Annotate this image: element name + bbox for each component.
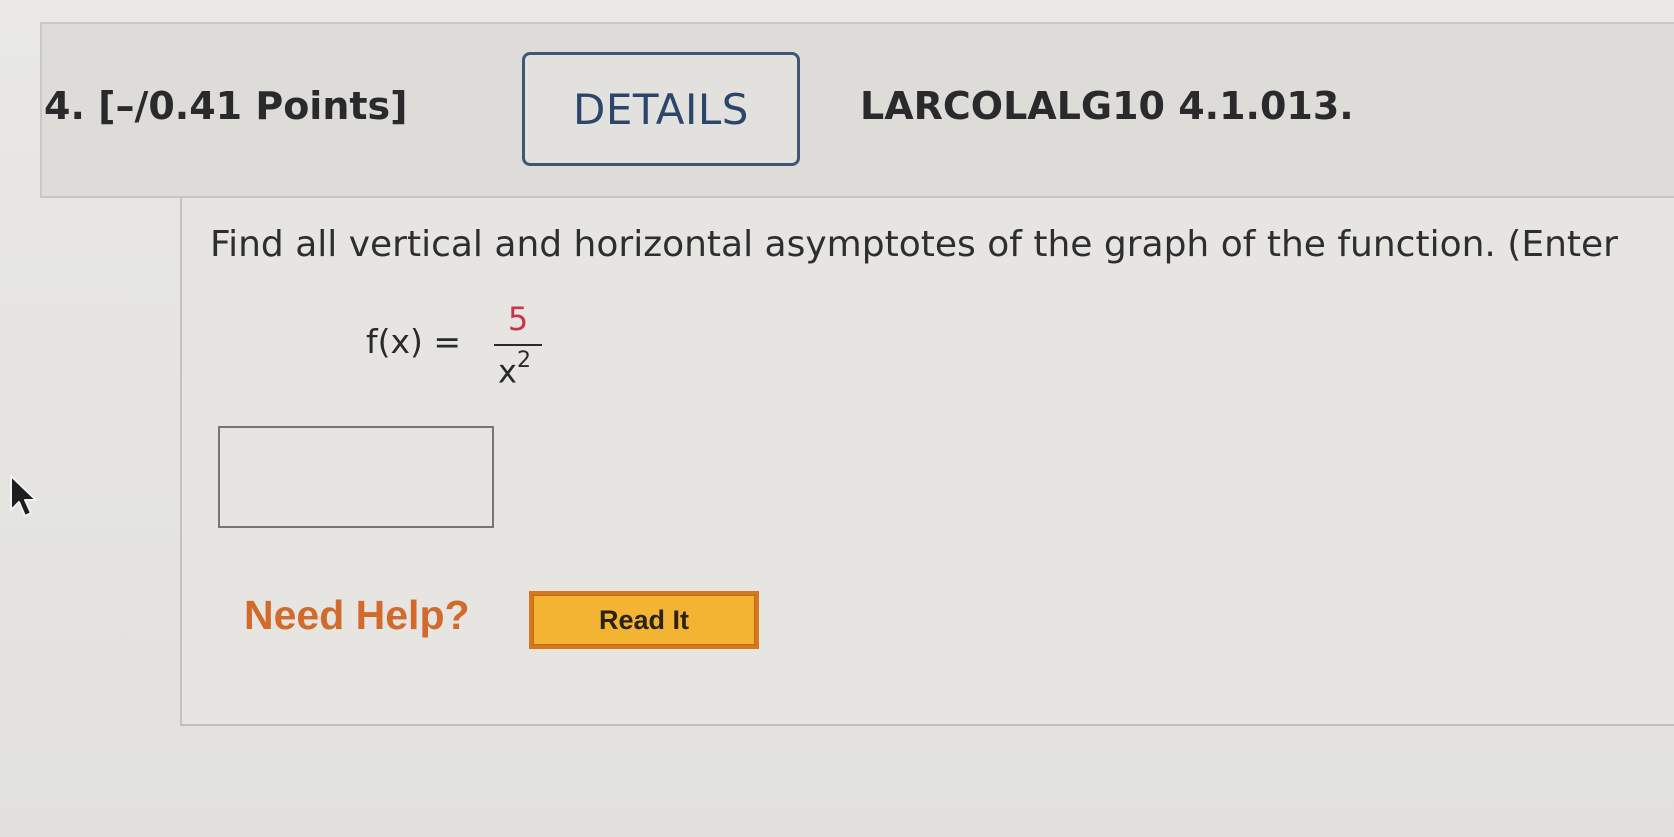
details-button[interactable]: DETAILS <box>522 52 800 166</box>
question-number-points: 4. [–/0.41 Points] <box>44 84 408 128</box>
question-source-code: LARCOLALG10 4.1.013. <box>860 84 1354 128</box>
answer-input[interactable] <box>218 426 494 528</box>
fraction-denominator: x2 <box>498 348 531 391</box>
function-label: f(x) = <box>366 322 462 361</box>
question-instructions: Find all vertical and horizontal asympto… <box>210 224 1618 265</box>
need-help-label: Need Help? <box>244 592 470 638</box>
denominator-exponent: 2 <box>516 348 531 373</box>
read-it-button[interactable]: Read It <box>529 591 759 649</box>
read-it-label: Read It <box>533 595 755 645</box>
fraction-bar <box>494 344 542 346</box>
denominator-base: x <box>498 352 517 391</box>
mouse-pointer-icon <box>10 475 37 517</box>
fraction-numerator: 5 <box>507 300 529 338</box>
function-fraction: 5 x2 <box>490 300 546 391</box>
